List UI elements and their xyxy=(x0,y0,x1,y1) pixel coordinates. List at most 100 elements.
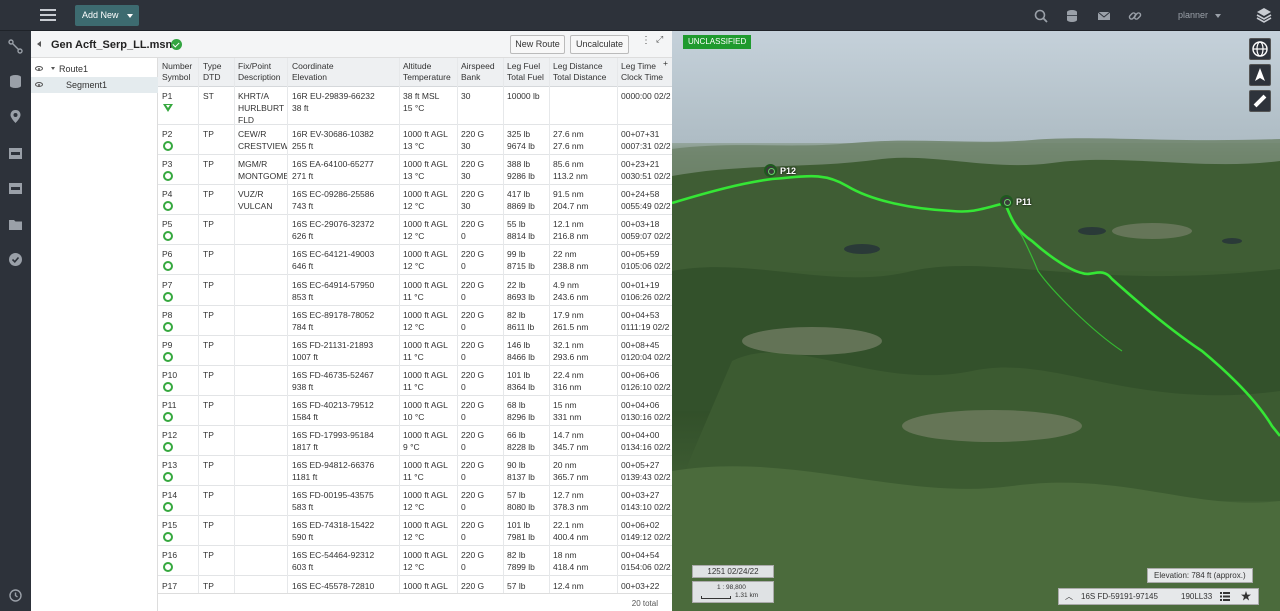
coordinate-bar: ︿ 16S FD-59191-97145 190LL33 xyxy=(1058,588,1259,605)
waypoint-p11[interactable] xyxy=(1000,195,1013,208)
ruler-icon[interactable] xyxy=(1249,90,1271,112)
header-type-dtd[interactable]: Type DTD xyxy=(203,61,221,83)
cell-airspeed: 220 G0 xyxy=(461,369,485,392)
tree-segment-label: Segment1 xyxy=(66,80,108,90)
uncalculate-button[interactable]: Uncalculate xyxy=(570,35,629,54)
folder-icon[interactable] xyxy=(8,217,23,232)
visibility-icon[interactable] xyxy=(35,66,43,71)
expand-icon[interactable]: ⤢ xyxy=(656,34,663,45)
waypoint-p12[interactable] xyxy=(764,164,777,177)
tree-item-segment[interactable]: Segment1 xyxy=(31,77,158,93)
cell-time: 00+04+06 0130:16 02/2 xyxy=(621,399,671,422)
table-row[interactable]: P11 TP 16S FD-40213-79512 1584 ft 1000 ft AG… xyxy=(158,396,672,426)
map-view[interactable]: UNCLASSIFIED P12 P11 1251 02/24/22 1 : 9… xyxy=(672,31,1280,611)
mail-icon[interactable] xyxy=(1097,9,1111,23)
check-circle-icon[interactable] xyxy=(8,252,23,267)
grid-header: Number Symbol Type DTD Fix/Point Descriptio… xyxy=(158,58,672,87)
header-time[interactable]: Leg Time Clock Time xyxy=(621,61,663,83)
layers-icon[interactable] xyxy=(1256,7,1272,23)
cell-type: TP xyxy=(203,490,214,501)
cell-time: 00+03+27 0143:10 02/2 xyxy=(621,490,671,513)
table-row[interactable]: P14 TP 16S FD-00195-43575 583 ft 1000 ft AGL… xyxy=(158,486,672,517)
table-row[interactable]: P1 ST KHRT/A HURLBURT FLD 16R EU-29839-66232 3… xyxy=(158,88,672,125)
cell-number: P15 xyxy=(162,520,178,531)
visibility-icon[interactable] xyxy=(35,82,43,87)
cell-number: P3 xyxy=(162,159,173,170)
north-arrow-icon[interactable] xyxy=(1249,64,1271,86)
table-row[interactable]: P15 TP 16S ED-74318-15422 590 ft 1000 ft AGL… xyxy=(158,516,672,547)
table-row[interactable]: P8 TP 16S EC-89178-78052 784 ft 1000 ft AGL 1… xyxy=(158,306,672,336)
elevation-readout: Elevation: 784 ft (approx.) xyxy=(1147,568,1253,583)
chevron-down-icon[interactable] xyxy=(51,67,55,70)
table-row[interactable]: P12 TP 16S FD-17993-95184 1817 ft 1000 ft AG… xyxy=(158,426,672,456)
cell-altitude: 1000 ft AGL 11 °C xyxy=(403,339,448,362)
table-row[interactable]: P7 TP 16S EC-64914-57950 853 ft 1000 ft AGL 1… xyxy=(158,276,672,306)
cell-type: TP xyxy=(203,580,214,591)
location-pin-icon[interactable] xyxy=(8,109,23,124)
total-count: 20 total xyxy=(631,599,658,608)
cell-altitude: 1000 ft AGL 9 °C xyxy=(403,430,448,452)
user-menu[interactable]: planner xyxy=(1178,10,1208,20)
add-column-icon[interactable]: + xyxy=(663,58,668,69)
table-row[interactable]: P9 TP 16S FD-21131-21893 1007 ft 1000 ft AGL… xyxy=(158,336,672,366)
table-row[interactable]: P4 TP VUZ/R VULCAN 16S EC-09286-25586 743 ft 1… xyxy=(158,185,672,216)
chevron-down-icon xyxy=(127,14,133,18)
cell-fix-point: MGM/R MONTGOME xyxy=(238,159,288,182)
header-coordinate[interactable]: Coordinate Elevation xyxy=(292,61,334,83)
altitude-readout: 190LL33 xyxy=(1181,592,1213,601)
cell-airspeed: 220 G0 xyxy=(461,249,485,272)
cell-distance: 12.7 nm 378.3 nm xyxy=(553,490,589,513)
cell-coordinate: 16S FD-21131-21893 1007 ft xyxy=(292,339,374,362)
more-options-icon[interactable]: ⋮ xyxy=(641,35,651,46)
collapse-icon[interactable] xyxy=(37,41,41,47)
list-icon[interactable] xyxy=(1220,592,1230,601)
chevron-down-icon xyxy=(1215,14,1221,18)
cell-number: P2 xyxy=(162,129,173,139)
search-icon[interactable] xyxy=(1034,9,1048,23)
table-row[interactable]: P3 TP MGM/R MONTGOME 16S EA-64100-65277 271 f… xyxy=(158,155,672,186)
table-row[interactable]: P13 TP 16S ED-94812-66376 1181 ft 1000 ft AG… xyxy=(158,456,672,487)
route-icon[interactable] xyxy=(8,39,23,54)
database-icon[interactable] xyxy=(8,74,23,89)
cell-altitude: 1000 ft AGL 11 °C xyxy=(403,460,448,483)
turn-point-icon xyxy=(163,171,173,182)
header-airspeed[interactable]: Airspeed Bank xyxy=(461,61,495,83)
table-row[interactable]: P6 TP 16S EC-64121-49003 646 ft 1000 ft AGL 1… xyxy=(158,245,672,276)
table-row[interactable]: P2 TP CEW/R CRESTVIEW 16R EV-30686-10382 255 … xyxy=(158,125,672,155)
header-altitude[interactable]: Altitude Temperature xyxy=(403,61,451,83)
turn-point-icon xyxy=(163,351,173,362)
menu-icon[interactable] xyxy=(40,9,56,21)
tree-item-route[interactable]: Route1 xyxy=(31,61,158,77)
cell-altitude: 1000 ft AGL 12 °C xyxy=(403,520,448,543)
cell-airspeed: 220 G xyxy=(461,580,485,591)
cell-time: 00+24+58 0055:49 02/2 xyxy=(621,189,671,212)
cell-distance: 18 nm 418.4 nm xyxy=(553,550,589,573)
history-icon[interactable] xyxy=(8,588,23,603)
database-icon[interactable] xyxy=(1065,9,1079,23)
waypoint-p12-label: P12 xyxy=(780,166,797,176)
add-new-button[interactable]: Add New xyxy=(75,5,139,26)
aod-icon[interactable] xyxy=(8,146,23,161)
header-distance[interactable]: Leg Distance Total Distance xyxy=(553,61,606,83)
table-row[interactable]: P5 TP 16S EC-29076-32372 626 ft 1000 ft AGL 1… xyxy=(158,215,672,246)
table-row[interactable]: P16 TP 16S EC-54464-92312 603 ft 1000 ft AGL… xyxy=(158,546,672,577)
header-number-symbol[interactable]: Number Symbol xyxy=(162,61,192,83)
star-icon[interactable] xyxy=(1241,591,1251,601)
header-fuel[interactable]: Leg Fuel Total Fuel xyxy=(507,61,544,83)
cell-fuel: 101 lb 8364 lb xyxy=(507,369,535,392)
left-rail xyxy=(0,31,31,611)
header-fix-point[interactable]: Fix/Point Description xyxy=(238,61,281,83)
chevron-up-icon[interactable]: ︿ xyxy=(1065,589,1073,604)
cell-distance: 14.7 nm 345.7 nm xyxy=(553,430,589,452)
cell-coordinate: 16S EC-89178-78052 784 ft xyxy=(292,309,375,332)
link-icon[interactable] xyxy=(1128,9,1142,23)
table-row[interactable]: P10 TP 16S FD-46735-52467 938 ft 1000 ft AGL… xyxy=(158,366,672,396)
map-layer-icon[interactable] xyxy=(8,181,23,196)
cell-coordinate: 16S EC-29076-32372 626 ft xyxy=(292,219,375,242)
cell-coordinate: 16S EA-64100-65277 271 ft xyxy=(292,159,374,182)
new-route-button[interactable]: New Route xyxy=(510,35,565,54)
cursor-coordinate: 16S FD-59191-97145 xyxy=(1081,592,1158,601)
globe-icon[interactable] xyxy=(1249,38,1271,60)
cell-time: 00+04+53 0111:19 02/2 xyxy=(621,309,670,332)
time-display[interactable]: 1251 02/24/22 xyxy=(692,565,774,578)
